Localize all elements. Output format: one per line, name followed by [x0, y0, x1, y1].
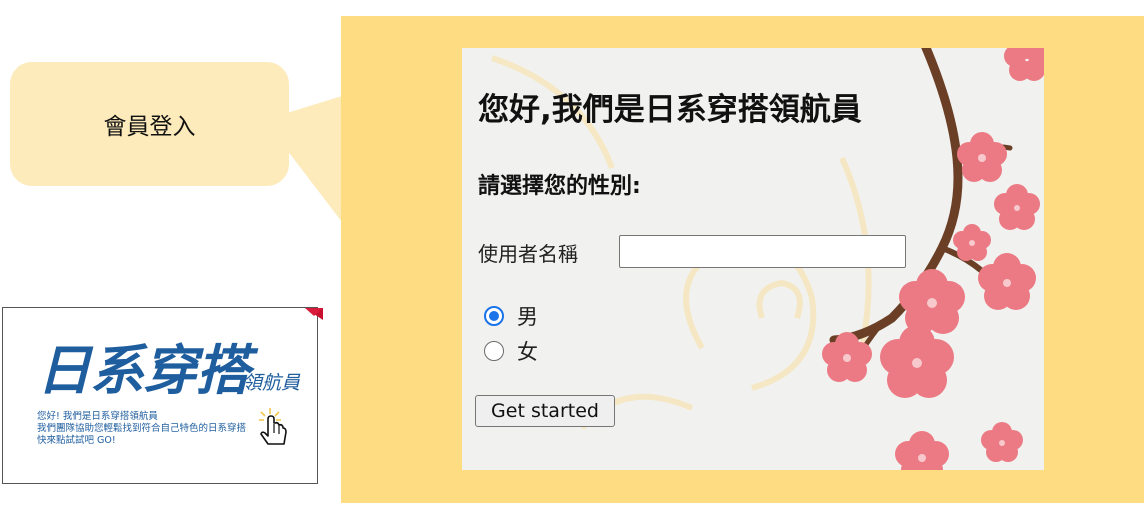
female-radio[interactable] [484, 341, 504, 361]
username-input[interactable] [619, 235, 906, 268]
brand-thumbnail[interactable]: 日系穿搭 領航員 您好! 我們是日系穿搭領航員 我們團隊協助您輕鬆找到符合自己特… [2, 307, 323, 484]
username-label: 使用者名稱 [478, 242, 578, 266]
gender-option-male[interactable]: 男 [484, 301, 538, 331]
thumbnail-line: 我們團隊協助您輕鬆找到符合自己特色的日系穿搭 [37, 423, 247, 434]
male-label: 男 [517, 305, 538, 329]
pointer-click-icon [259, 408, 287, 445]
thumbnail-subtitle: 領航員 [243, 372, 301, 394]
female-label: 女 [517, 340, 538, 364]
gender-option-female[interactable]: 女 [484, 336, 538, 366]
callout-tail [264, 96, 342, 222]
member-login-label: 會員登入 [103, 114, 196, 140]
corner-ribbon-icon [305, 308, 323, 320]
get-started-button[interactable]: Get started [475, 395, 615, 427]
thumbnail-line: 您好! 我們是日系穿搭領航員 [37, 411, 158, 422]
thumbnail-line: 快來點試試吧 GO! [37, 435, 116, 446]
login-page: 您好,我們是日系穿搭領航員 請選擇您的性別: 使用者名稱 男 女 Get sta… [462, 48, 1044, 470]
thumbnail-description: 您好! 我們是日系穿搭領航員 我們團隊協助您輕鬆找到符合自己特色的日系穿搭 快來… [37, 411, 246, 447]
thumbnail-title: 日系穿搭 [37, 338, 250, 402]
gender-prompt: 請選擇您的性別: [478, 174, 641, 199]
page-heading: 您好,我們是日系穿搭領航員 [478, 92, 862, 128]
callout-bubble: 會員登入 [10, 62, 289, 186]
male-radio[interactable] [484, 306, 504, 326]
